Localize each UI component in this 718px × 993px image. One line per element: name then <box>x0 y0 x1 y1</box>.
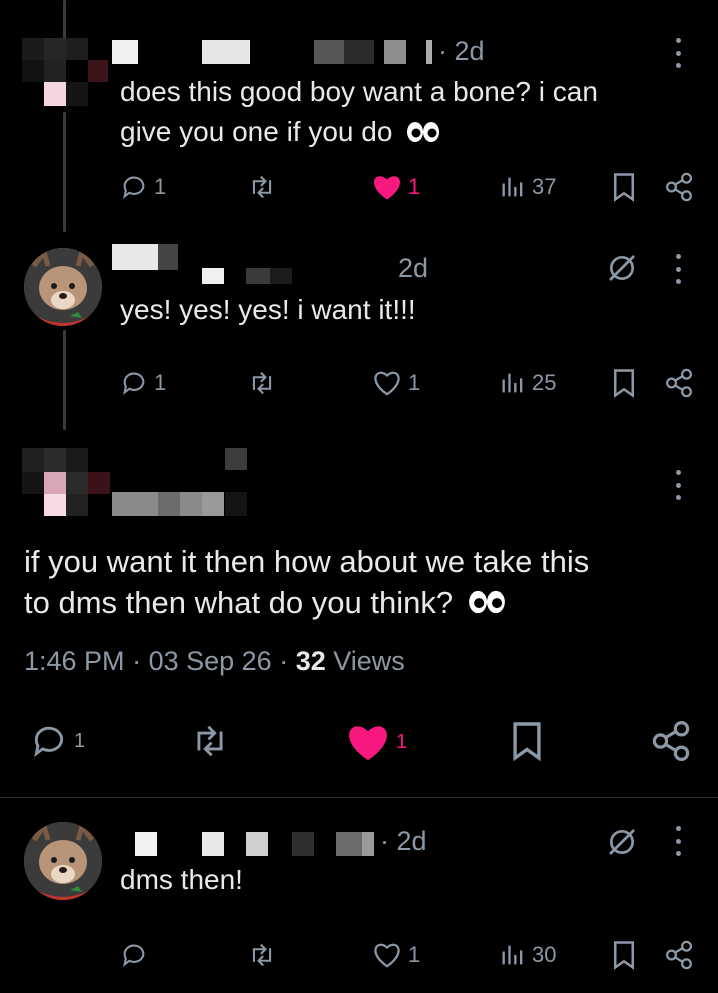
bookmark-button[interactable] <box>611 172 637 202</box>
views-icon <box>502 373 523 393</box>
post-timestamp[interactable]: · 2d <box>380 826 427 857</box>
views-count: 32 <box>295 646 326 676</box>
heart-outline-icon <box>374 943 400 968</box>
username[interactable] <box>246 268 270 284</box>
views-button[interactable]: 25 <box>500 369 556 397</box>
avatar[interactable] <box>24 248 102 326</box>
post-timestamp[interactable]: 2d <box>398 253 428 284</box>
grok-icon[interactable] <box>606 252 638 284</box>
reply-button[interactable]: 1 <box>30 722 85 760</box>
more-options-icon[interactable] <box>675 826 681 856</box>
main-post-text: if you want it then how about we take th… <box>24 541 704 625</box>
bookmark-button[interactable] <box>611 368 637 398</box>
post-time[interactable]: 1:46 PM <box>24 646 125 676</box>
bookmark-icon <box>614 173 634 202</box>
post-text: dms then! <box>120 864 243 895</box>
thread-line-top <box>63 0 66 40</box>
repost-icon <box>197 725 223 757</box>
share-icon <box>666 172 692 202</box>
share-button[interactable] <box>664 172 694 202</box>
post-timestamp[interactable]: · 2d <box>438 36 485 67</box>
avatar[interactable] <box>24 822 102 900</box>
repost-icon <box>252 175 272 199</box>
repost-icon <box>252 371 272 395</box>
share-icon <box>666 368 692 398</box>
username[interactable] <box>112 492 202 516</box>
more-options-icon[interactable] <box>675 38 681 68</box>
display-name[interactable] <box>112 40 138 64</box>
share-icon <box>652 721 690 761</box>
post-text: does this good boy want a bone? i can gi… <box>120 72 700 154</box>
post-date[interactable]: 03 Sep 26 <box>149 646 272 676</box>
reply-icon <box>123 944 145 967</box>
reply-icon <box>34 726 64 758</box>
thread-line-low <box>63 330 66 430</box>
username[interactable] <box>292 832 314 856</box>
bookmark-icon <box>614 369 634 398</box>
repost-icon <box>252 943 272 967</box>
bookmark-button[interactable] <box>611 940 637 970</box>
share-icon <box>666 940 692 970</box>
reply-icon <box>123 176 145 199</box>
eyes-icon <box>406 114 440 154</box>
grok-icon[interactable] <box>606 826 638 858</box>
like-button[interactable]: 1 <box>346 722 407 762</box>
post-meta: 1:46 PM · 03 Sep 26 · 32 Views <box>24 646 405 676</box>
share-button[interactable] <box>650 720 692 762</box>
heart-filled-icon <box>349 726 387 761</box>
repost-button[interactable] <box>188 722 232 760</box>
divider <box>0 797 718 798</box>
thread-line-mid <box>63 112 66 232</box>
repost-button[interactable] <box>247 941 277 969</box>
views-icon <box>502 177 523 197</box>
more-options-icon[interactable] <box>675 254 681 284</box>
display-name[interactable] <box>135 832 157 856</box>
post-text: yes! yes! yes! i want it!!! <box>120 294 416 325</box>
views-button[interactable]: 37 <box>500 173 556 201</box>
views-button[interactable]: 30 <box>500 941 556 969</box>
bookmark-icon <box>614 941 634 970</box>
repost-button[interactable] <box>247 173 277 201</box>
avatar[interactable] <box>22 448 116 518</box>
username[interactable] <box>202 40 250 64</box>
like-button[interactable]: 1 <box>372 173 420 201</box>
reply-button[interactable]: 1 <box>120 369 166 397</box>
views-icon <box>502 945 523 965</box>
reply-button[interactable] <box>120 941 148 969</box>
share-button[interactable] <box>664 368 694 398</box>
display-name[interactable] <box>112 244 158 270</box>
repost-button[interactable] <box>247 369 277 397</box>
eyes-icon <box>468 584 506 625</box>
bookmark-icon <box>513 722 541 762</box>
reply-button[interactable]: 1 <box>120 173 166 201</box>
avatar[interactable] <box>22 38 108 110</box>
like-button[interactable]: 1 <box>372 369 420 397</box>
heart-outline-icon <box>374 371 400 396</box>
bookmark-button[interactable] <box>510 720 544 762</box>
more-options-icon[interactable] <box>675 470 681 500</box>
heart-filled-icon <box>374 176 400 200</box>
share-button[interactable] <box>664 940 694 970</box>
like-button[interactable]: 1 <box>372 941 420 969</box>
reply-icon <box>123 372 145 395</box>
views-label: Views <box>333 646 405 676</box>
